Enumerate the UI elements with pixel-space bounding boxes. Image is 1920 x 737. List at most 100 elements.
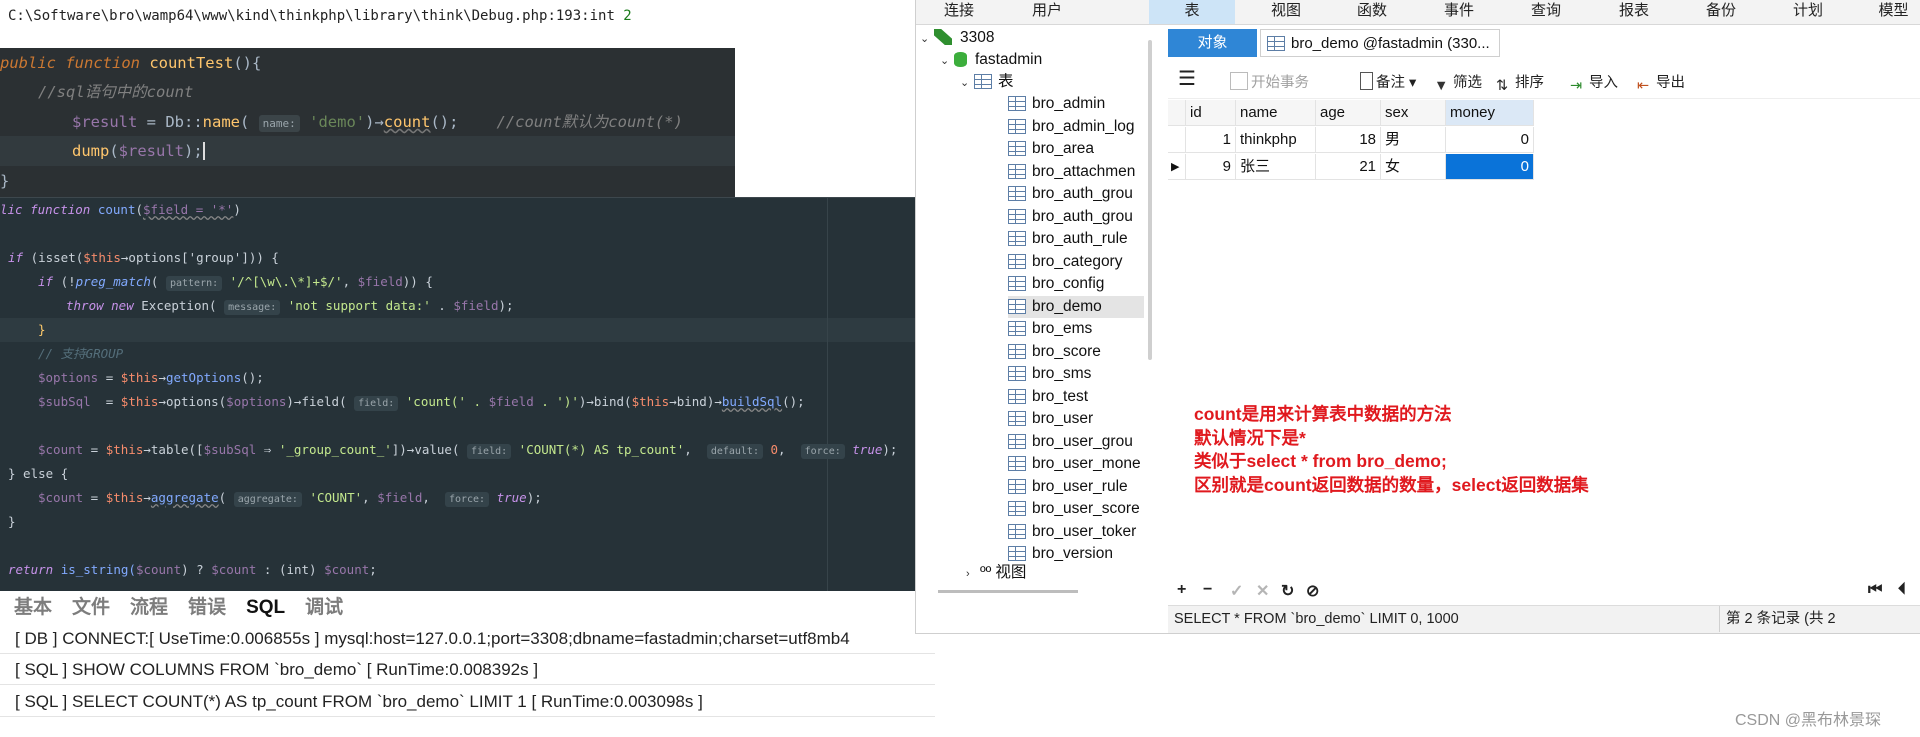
- tree-horizontal-scrollbar[interactable]: [938, 590, 1078, 593]
- code-line: $count = $this→table([$subSql ⇒ '_group_…: [38, 442, 898, 459]
- chevron-down-icon[interactable]: ⌄: [940, 50, 954, 72]
- menu-query[interactable]: 查询: [1516, 0, 1576, 24]
- refresh-icon[interactable]: ↻: [1281, 581, 1294, 601]
- delete-record-icon[interactable]: −: [1203, 581, 1212, 599]
- grid-column-header[interactable]: id: [1186, 100, 1236, 126]
- grid-cell[interactable]: 21: [1316, 154, 1381, 180]
- current-row-marker-icon[interactable]: ▶: [1168, 154, 1186, 180]
- menu-connect[interactable]: 连接: [924, 0, 994, 24]
- trace-tab-flow[interactable]: 流程: [130, 592, 168, 619]
- tree-connection[interactable]: ⌄ 3308: [920, 27, 994, 49]
- grid-cell[interactable]: 男: [1381, 127, 1446, 153]
- grid-column-header[interactable]: age: [1316, 100, 1381, 126]
- tree-table-label: bro_auth_grou: [1032, 185, 1133, 202]
- tree-views-folder[interactable]: › ºº 视图: [966, 562, 1026, 584]
- begin-transaction-button[interactable]: 开始事务: [1230, 72, 1309, 94]
- menu-table[interactable]: 表: [1149, 0, 1235, 24]
- tree-table-item[interactable]: bro_test: [1008, 386, 1144, 408]
- menu-model[interactable]: 模型: [1866, 0, 1920, 24]
- tree-table-item[interactable]: bro_auth_grou: [1008, 183, 1144, 205]
- stop-icon[interactable]: ⊘: [1306, 581, 1319, 601]
- tree-table-item[interactable]: bro_user_mone: [1008, 453, 1144, 475]
- chevron-right-icon[interactable]: ›: [966, 563, 980, 585]
- tree-table-item[interactable]: bro_attachmen: [1008, 161, 1144, 183]
- sort-button[interactable]: ⇅ 排序: [1496, 72, 1544, 94]
- tree-table-item[interactable]: bro_category: [1008, 251, 1144, 273]
- menu-user[interactable]: 用户: [1012, 0, 1082, 24]
- trace-tab-file[interactable]: 文件: [72, 592, 110, 619]
- tree-tables-folder[interactable]: ⌄ 表: [960, 71, 1014, 93]
- tree-table-item[interactable]: bro_auth_grou: [1008, 206, 1144, 228]
- filter-button[interactable]: ▼ 筛选: [1434, 72, 1482, 94]
- trace-tab-debug[interactable]: 调试: [305, 592, 343, 619]
- table-icon: [1008, 343, 1026, 359]
- tree-table-item[interactable]: bro_sms: [1008, 363, 1144, 385]
- prev-page-icon[interactable]: ⏴: [1898, 581, 1906, 599]
- export-button[interactable]: ⇤ 导出: [1637, 72, 1685, 94]
- grid-cell[interactable]: 0: [1446, 127, 1534, 153]
- code-line: //sql语句中的count: [38, 83, 194, 101]
- debug-output: C:\Software\bro\wamp64\www\kind\thinkphp…: [8, 8, 632, 24]
- grid-cell[interactable]: 0: [1446, 154, 1534, 180]
- tree-database[interactable]: ⌄ fastadmin: [940, 49, 1042, 71]
- tree-table-item[interactable]: bro_user_grou: [1008, 431, 1144, 453]
- tree-table-item[interactable]: bro_score: [1008, 341, 1144, 363]
- status-record-count: 第 2 条记录 (共 2: [1719, 606, 1836, 632]
- grid-cell[interactable]: 张三: [1236, 154, 1316, 180]
- trace-tab-error[interactable]: 错误: [188, 592, 226, 619]
- add-record-icon[interactable]: +: [1177, 581, 1186, 599]
- tree-table-label: bro_user_mone: [1032, 455, 1141, 472]
- watermark: CSDN @黑布林景琛: [1735, 712, 1882, 729]
- tree-table-item[interactable]: bro_config: [1008, 273, 1144, 295]
- tree-table-label: bro_attachmen: [1032, 162, 1136, 180]
- code-line: return is_string($count) ? $count : (int…: [8, 562, 377, 577]
- grid-cell[interactable]: 1: [1186, 127, 1236, 153]
- menu-report[interactable]: 报表: [1604, 0, 1664, 24]
- tree-table-item[interactable]: bro_admin: [1008, 93, 1144, 115]
- code-editor-count-source[interactable]: lic function count($field = '*') if (iss…: [0, 197, 917, 591]
- tree-scrollbar[interactable]: [1148, 40, 1152, 360]
- code-editor-count-test[interactable]: public function countTest(){ //sql语句中的co…: [0, 48, 735, 198]
- grid-column-header[interactable]: money: [1446, 100, 1534, 126]
- menu-event[interactable]: 事件: [1429, 0, 1489, 24]
- trace-tab-basic[interactable]: 基本: [14, 592, 52, 619]
- tree-table-item[interactable]: bro_demo: [1008, 295, 1144, 318]
- apply-check-icon[interactable]: ✓: [1230, 581, 1243, 601]
- grid-cell[interactable]: thinkphp: [1236, 127, 1316, 153]
- grid-column-header[interactable]: sex: [1381, 100, 1446, 126]
- tree-table-item[interactable]: bro_area: [1008, 138, 1144, 160]
- tree-table-item[interactable]: bro_user_score: [1008, 498, 1144, 520]
- tree-table-item[interactable]: bro_user_rule: [1008, 476, 1144, 498]
- status-bar: SELECT * FROM `bro_demo` LIMIT 0, 1000 第…: [1168, 605, 1920, 633]
- grid-cell[interactable]: 18: [1316, 127, 1381, 153]
- tree-table-label: bro_version: [1032, 545, 1113, 562]
- tab-bro-demo[interactable]: bro_demo @fastadmin (330...: [1260, 29, 1500, 57]
- tree-table-item[interactable]: bro_user_toker: [1008, 521, 1144, 543]
- menu-schedule[interactable]: 计划: [1778, 0, 1838, 24]
- tree-table-item[interactable]: bro_auth_rule: [1008, 228, 1144, 250]
- grid-cell[interactable]: 9: [1186, 154, 1236, 180]
- grid-row-marker[interactable]: [1168, 127, 1186, 153]
- grid-column-header[interactable]: name: [1236, 100, 1316, 126]
- tree-table-item[interactable]: bro_admin_log: [1008, 116, 1144, 138]
- menu-function[interactable]: 函数: [1342, 0, 1402, 24]
- note-button[interactable]: 备注 ▾: [1360, 72, 1416, 94]
- import-button[interactable]: ⇥ 导入: [1570, 72, 1618, 94]
- tree-table-item[interactable]: bro_version: [1008, 543, 1144, 565]
- object-tree: ⌄ 3308 ⌄ fastadmin ⌄ 表 bro_admin bro_admin_l…: [916, 25, 1144, 585]
- tab-objects[interactable]: 对象: [1168, 29, 1257, 57]
- chevron-down-icon[interactable]: ⌄: [920, 28, 934, 50]
- table-icon: [1008, 208, 1026, 224]
- chevron-down-icon[interactable]: ⌄: [960, 72, 974, 94]
- grid-cell[interactable]: 女: [1381, 154, 1446, 180]
- tree-table-item[interactable]: bro_ems: [1008, 318, 1144, 340]
- menu-view[interactable]: 视图: [1256, 0, 1316, 24]
- first-page-icon[interactable]: ⏮: [1868, 581, 1882, 599]
- tree-table-item[interactable]: bro_user: [1008, 408, 1144, 430]
- menu-backup[interactable]: 备份: [1691, 0, 1751, 24]
- discard-x-icon[interactable]: ✕: [1256, 581, 1269, 601]
- table-icon: [1008, 321, 1026, 336]
- menu-icon[interactable]: ☰: [1178, 68, 1196, 90]
- tree-table-label: bro_demo: [1032, 297, 1102, 315]
- trace-tab-sql[interactable]: SQL: [246, 597, 285, 619]
